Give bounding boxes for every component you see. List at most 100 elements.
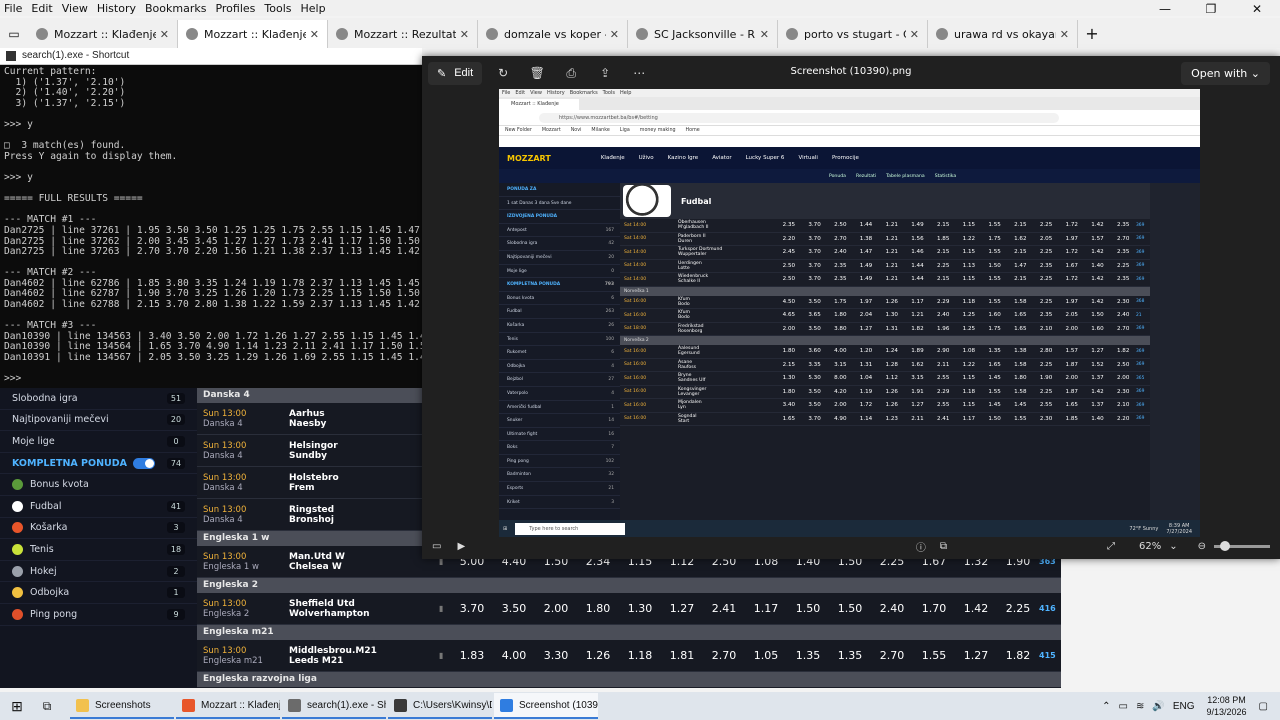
- browser-tab[interactable]: porto vs stugart - Google pretraga ✕: [778, 20, 928, 48]
- clock[interactable]: 12:08 PM 9/13/2026: [1207, 694, 1247, 718]
- sidebar-item[interactable]: Moje lige 0: [0, 431, 197, 453]
- zoom-out-icon[interactable]: ⊖: [1198, 541, 1206, 552]
- windows-start-icon[interactable]: ⊞: [0, 692, 34, 720]
- menu-item-history[interactable]: History: [97, 2, 136, 15]
- odd-value[interactable]: 4.00: [493, 649, 535, 662]
- sidebar-sport-odbojka[interactable]: Odbojka 1: [0, 582, 197, 604]
- odd-value[interactable]: 2.70: [703, 649, 745, 662]
- close-tab-icon[interactable]: ✕: [160, 28, 169, 41]
- odd-value[interactable]: 1.50: [787, 602, 829, 615]
- share-icon[interactable]: ⇪: [592, 66, 618, 80]
- odd-value[interactable]: 1.82: [997, 649, 1039, 662]
- sidebar-sport-ping-pong[interactable]: Ping pong 9: [0, 604, 197, 626]
- sidebar-sport-bonus-kvota[interactable]: Bonus kvota: [0, 474, 197, 496]
- odd-value[interactable]: 1.42: [955, 602, 997, 615]
- delete-icon[interactable]: 🗑: [524, 66, 550, 80]
- browser-tab[interactable]: SC Jacksonville - Rhode Island F.C. ✕: [628, 20, 778, 48]
- more-options-icon[interactable]: ⋯: [626, 66, 652, 80]
- odd-value[interactable]: 3.30: [535, 649, 577, 662]
- sidebar-toggle-icon[interactable]: ▭: [0, 20, 28, 48]
- browser-tab[interactable]: Mozzart :: Rezultati ✕: [328, 20, 478, 48]
- edit-button[interactable]: ✎ Edit: [428, 61, 483, 85]
- menu-item-edit[interactable]: Edit: [31, 2, 52, 15]
- more-markets-link[interactable]: 415: [1039, 651, 1061, 660]
- volume-icon[interactable]: 🔊: [1152, 701, 1164, 712]
- notifications-icon[interactable]: ▢: [1259, 701, 1268, 712]
- sidebar-item[interactable]: Slobodna igra 51: [0, 388, 197, 410]
- browser-tab[interactable]: domzale vs koper - Google pretraga ✕: [478, 20, 628, 48]
- menu-item-help[interactable]: Help: [301, 2, 326, 15]
- odd-value[interactable]: 1.18: [619, 649, 661, 662]
- language-indicator[interactable]: ENG: [1173, 701, 1195, 712]
- odd-value[interactable]: 1.35: [829, 649, 871, 662]
- odd-value[interactable]: 1.05: [745, 649, 787, 662]
- browser-tab[interactable]: urawa rd vs okayama prediction ✕: [928, 20, 1078, 48]
- sidebar-sport-ko-arka[interactable]: Košarka 3: [0, 518, 197, 540]
- match-row[interactable]: Sun 13:00 Engleska 2 Sheffield Utd Wolverha…: [197, 593, 1061, 625]
- odd-value[interactable]: 1.26: [577, 649, 619, 662]
- more-markets-link[interactable]: 416: [1039, 604, 1061, 613]
- odd-value[interactable]: 1.50: [829, 602, 871, 615]
- match-row[interactable]: Sun 13:00 Engleska m21 Middlesbrou.M21 Leed…: [197, 640, 1061, 672]
- slideshow-icon[interactable]: ▶: [457, 541, 465, 552]
- taskbar-app[interactable]: Mozzart :: Klađenje: [176, 693, 280, 719]
- task-view-icon[interactable]: ⧉: [34, 699, 60, 714]
- zoom-level[interactable]: 62%: [1139, 541, 1161, 552]
- fit-icon[interactable]: ⤢: [1107, 541, 1115, 552]
- menu-item-bookmarks[interactable]: Bookmarks: [145, 2, 206, 15]
- wifi-icon[interactable]: ≋: [1136, 701, 1144, 712]
- odd-value[interactable]: 2.70: [871, 649, 913, 662]
- sidebar-sport-fudbal[interactable]: Fudbal 41: [0, 496, 197, 518]
- taskbar-app[interactable]: C:\Users\Kwinsy\D...: [388, 693, 492, 719]
- console-output[interactable]: Current pattern: 1) ('1.37', '2.10') 2) …: [0, 65, 422, 388]
- print-icon[interactable]: ⎙: [558, 66, 584, 81]
- full-offer-toggle[interactable]: [133, 457, 155, 469]
- menu-item-tools[interactable]: Tools: [264, 2, 291, 15]
- close-tab-icon[interactable]: ✕: [460, 28, 469, 41]
- taskbar-app[interactable]: search(1).exe - Sho...: [282, 693, 386, 719]
- filmstrip-icon[interactable]: ▭: [432, 541, 441, 552]
- info-icon[interactable]: ⓘ: [916, 539, 926, 554]
- minimize-icon[interactable]: —: [1142, 0, 1188, 18]
- odd-value[interactable]: 1.30: [619, 602, 661, 615]
- odd-value[interactable]: 2.00: [535, 602, 577, 615]
- close-tab-icon[interactable]: ✕: [760, 28, 769, 41]
- close-tab-icon[interactable]: ✕: [610, 28, 619, 41]
- menu-item-file[interactable]: File: [4, 2, 22, 15]
- odd-value[interactable]: 1.27: [661, 602, 703, 615]
- chevron-down-icon[interactable]: ⌄: [1169, 541, 1177, 552]
- full-offer-header[interactable]: KOMPLETNA PONUDA 74: [0, 453, 197, 475]
- chevron-up-icon[interactable]: ⌃: [1102, 701, 1110, 712]
- sidebar-item[interactable]: Najtipovaniji mečevi 20: [0, 410, 197, 432]
- close-tab-icon[interactable]: ✕: [1060, 28, 1069, 41]
- close-tab-icon[interactable]: ✕: [310, 28, 319, 41]
- taskbar-app[interactable]: Screenshot (10390)....: [494, 693, 598, 719]
- crop-icon[interactable]: ⧉: [940, 541, 947, 552]
- new-tab-button[interactable]: +: [1078, 20, 1106, 48]
- stats-icon[interactable]: ▮: [439, 651, 451, 660]
- network-icon[interactable]: ▭: [1119, 701, 1128, 712]
- close-tab-icon[interactable]: ✕: [910, 28, 919, 41]
- stats-icon[interactable]: ▮: [439, 604, 451, 613]
- zoom-slider[interactable]: [1214, 540, 1270, 551]
- browser-tab[interactable]: Mozzart :: Klađenje ✕: [178, 20, 328, 48]
- close-icon[interactable]: ✕: [1234, 0, 1280, 18]
- odd-value[interactable]: 1.83: [451, 649, 493, 662]
- odd-value[interactable]: 1.81: [661, 649, 703, 662]
- odd-value[interactable]: 1.55: [913, 649, 955, 662]
- odd-value[interactable]: 3.50: [493, 602, 535, 615]
- odd-value[interactable]: 1.35: [787, 649, 829, 662]
- restore-icon[interactable]: ❐: [1188, 0, 1234, 18]
- open-with-button[interactable]: Open with ⌄: [1181, 62, 1270, 85]
- sidebar-sport-tenis[interactable]: Tenis 18: [0, 539, 197, 561]
- odd-value[interactable]: 2.25: [997, 602, 1039, 615]
- browser-tab[interactable]: Mozzart :: Klađenje ✕: [28, 20, 178, 48]
- odd-value[interactable]: 3.70: [451, 602, 493, 615]
- odd-value[interactable]: 1.17: [745, 602, 787, 615]
- menu-item-view[interactable]: View: [62, 2, 88, 15]
- odd-value[interactable]: 1.27: [955, 649, 997, 662]
- taskbar-app[interactable]: Screenshots: [70, 693, 174, 719]
- odd-value[interactable]: 1.70: [913, 602, 955, 615]
- menu-item-profiles[interactable]: Profiles: [215, 2, 255, 15]
- odd-value[interactable]: 2.40: [871, 602, 913, 615]
